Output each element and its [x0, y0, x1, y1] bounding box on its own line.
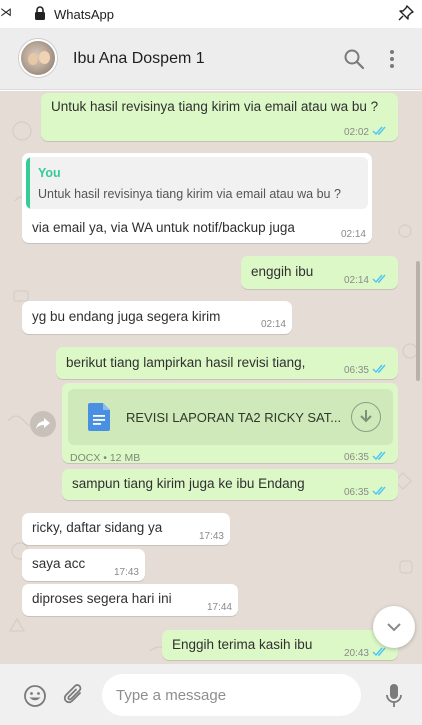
outgoing-message[interactable]: berikut tiang lampirkan hasil revisi tia…	[56, 347, 398, 379]
message-meta: 02:02	[344, 126, 388, 138]
read-ticks-icon	[372, 486, 386, 496]
quoted-message[interactable]: You Untuk hasil revisinya tiang kirim vi…	[26, 157, 368, 209]
incoming-message[interactable]: ricky, daftar sidang ya 17:43	[22, 513, 230, 545]
message-time: 02:14	[343, 275, 369, 286]
contact-name[interactable]: Ibu Ana Dospem 1	[73, 50, 205, 68]
chat-messages-area[interactable]: Untuk hasil revisinya tiang kirim via em…	[0, 91, 422, 664]
download-icon	[360, 410, 372, 423]
menu-icon[interactable]	[383, 48, 401, 70]
scroll-to-bottom-button[interactable]	[373, 606, 415, 648]
paperclip-icon[interactable]	[63, 683, 85, 707]
forward-button[interactable]	[30, 411, 56, 437]
read-ticks-icon	[372, 126, 386, 136]
document-info: DOCX • 12 MB	[70, 452, 141, 464]
outgoing-message[interactable]: Enggih terima kasih ibu 20:43	[162, 630, 398, 660]
read-ticks-icon	[372, 647, 386, 657]
message-time: 06:35	[343, 452, 369, 463]
message-text: Enggih terima kasih ibu	[172, 637, 313, 652]
message-time: 17:43	[198, 531, 224, 542]
search-icon[interactable]	[343, 48, 365, 70]
message-time: 02:14	[260, 319, 286, 330]
incoming-message[interactable]: saya acc 17:43	[22, 549, 145, 581]
incoming-message[interactable]: yg bu endang juga segera kirim 02:14	[22, 301, 292, 334]
pin-icon[interactable]	[398, 5, 414, 21]
message-meta: 06:35	[344, 486, 388, 498]
message-time: 17:44	[206, 602, 232, 613]
message-time: 02:02	[343, 127, 369, 138]
message-time: 06:35	[343, 487, 369, 498]
message-text: diproses segera hari ini	[32, 591, 172, 606]
message-text: via email ya, via WA untuk notif/backup …	[32, 220, 295, 235]
message-composer	[0, 664, 422, 725]
chat-header: Ibu Ana Dospem 1	[0, 28, 422, 90]
message-text: saya acc	[32, 556, 86, 571]
outgoing-message[interactable]: enggih ibu 02:14	[241, 256, 398, 289]
message-text: ricky, daftar sidang ya	[32, 520, 163, 535]
document-card[interactable]: REVISI LAPORAN TA2 RICKY SAT...	[68, 389, 393, 445]
message-time: 06:35	[343, 365, 369, 376]
message-text: Untuk hasil revisinya tiang kirim via em…	[51, 99, 379, 114]
message-meta: 06:35	[344, 451, 388, 463]
message-meta: 20:43	[344, 647, 388, 659]
avatar-face-left	[28, 53, 38, 65]
contact-avatar[interactable]	[19, 39, 57, 77]
download-button[interactable]	[351, 402, 381, 432]
message-time: 17:43	[113, 567, 139, 578]
message-text: sampun tiang kirim juga ke ibu Endang	[72, 476, 305, 491]
message-time: 02:14	[340, 229, 366, 240]
message-text: yg bu endang juga segera kirim	[32, 309, 221, 324]
message-time: 20:43	[343, 648, 369, 659]
quote-accent-bar	[26, 157, 30, 209]
window-left-glyph: ⋊	[0, 5, 12, 19]
read-ticks-icon	[372, 451, 386, 461]
outgoing-message[interactable]: sampun tiang kirim juga ke ibu Endang 06…	[62, 469, 398, 500]
document-icon	[88, 403, 110, 431]
message-meta: 02:14	[344, 274, 388, 286]
read-ticks-icon	[372, 364, 386, 374]
incoming-message[interactable]: diproses segera hari ini 17:44	[22, 584, 238, 616]
message-text: berikut tiang lampirkan hasil revisi tia…	[66, 355, 306, 370]
outgoing-document-message[interactable]: REVISI LAPORAN TA2 RICKY SAT... DOCX • 1…	[62, 383, 398, 464]
quote-text: Untuk hasil revisinya tiang kirim via em…	[38, 187, 341, 201]
window-titlebar: ⋊ WhatsApp	[0, 0, 422, 28]
document-name: REVISI LAPORAN TA2 RICKY SAT...	[126, 410, 342, 425]
read-ticks-icon	[372, 274, 386, 284]
microphone-icon[interactable]	[386, 683, 402, 709]
window-title: WhatsApp	[54, 7, 114, 22]
message-meta: 06:35	[344, 364, 388, 376]
chevron-down-icon	[387, 623, 401, 632]
message-input[interactable]	[102, 674, 361, 716]
emoji-icon[interactable]	[23, 684, 47, 708]
chat-scrollbar[interactable]	[416, 261, 420, 381]
lock-icon	[35, 6, 45, 20]
outgoing-message[interactable]: Untuk hasil revisinya tiang kirim via em…	[41, 93, 398, 141]
incoming-reply-message[interactable]: You Untuk hasil revisinya tiang kirim vi…	[22, 153, 372, 243]
avatar-face-right	[39, 51, 50, 64]
quote-author: You	[38, 166, 61, 180]
message-text: enggih ibu	[251, 264, 314, 279]
forward-icon	[36, 418, 50, 429]
